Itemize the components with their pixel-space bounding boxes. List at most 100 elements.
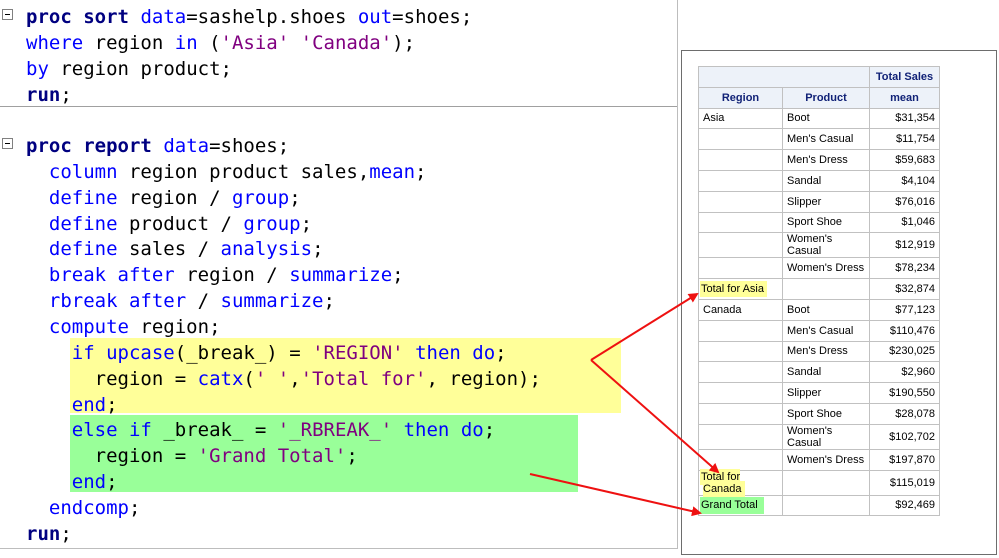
region-cell: Grand Total	[698, 494, 783, 517]
header-region: Region	[698, 86, 783, 109]
code-token: data	[140, 6, 187, 28]
code-token: ' '	[254, 368, 290, 390]
code-line: by region product;	[26, 56, 232, 82]
code-line: region = catx(' ','Total for', region);	[26, 366, 541, 392]
region-cell	[698, 319, 783, 342]
product-cell: Men's Dress	[782, 149, 870, 171]
code-token: do	[472, 342, 496, 364]
code-token: region	[94, 368, 164, 390]
product-cell: Women's Dress	[782, 257, 870, 280]
code-token: report	[83, 135, 152, 157]
code-token: ;	[346, 445, 358, 467]
report-table: Total Sales Region Product mean Asia Boot…	[698, 66, 940, 517]
fold-collapse-icon[interactable]	[2, 138, 13, 149]
header-mean: mean	[869, 86, 940, 109]
product-cell: Women's Casual	[782, 423, 870, 450]
mean-sales-cell: $190,550	[869, 382, 940, 404]
code-token: ;	[483, 419, 496, 441]
product-cell: Men's Dress	[782, 340, 870, 363]
code-token: product	[128, 213, 210, 235]
region-cell	[698, 190, 783, 213]
region-cell	[698, 448, 783, 471]
code-token: then	[415, 342, 461, 364]
table-row: Women's Casual $102,702	[698, 423, 940, 450]
code-token: data	[163, 135, 210, 157]
fold-collapse-icon[interactable]	[2, 9, 13, 20]
product-cell: Boot	[782, 298, 870, 321]
code-token: _break_	[163, 419, 244, 441]
code-line: compute region;	[26, 314, 221, 340]
code-token: ;	[460, 6, 473, 28]
product-cell: Sandal	[782, 169, 870, 192]
code-token: run	[26, 523, 61, 545]
mean-sales-cell: $4,104	[869, 169, 940, 192]
code-token: group	[243, 213, 301, 235]
table-row: Men's Casual $110,476	[698, 319, 940, 342]
region-cell: Canada	[698, 298, 783, 321]
code-token: compute	[48, 316, 129, 338]
code-token: _break_	[186, 342, 267, 364]
table-row: Total for Canada $115,019	[698, 468, 940, 497]
code-token: ;	[495, 342, 507, 364]
code-token: ;	[209, 316, 221, 338]
table-row: Canada Boot $77,123	[698, 298, 940, 321]
code-line: end;	[26, 392, 118, 418]
code-token: /	[220, 213, 232, 235]
code-token: shoes	[403, 6, 461, 28]
table-row: Women's Dress $78,234	[698, 257, 940, 280]
product-cell: Sport Shoe	[782, 402, 870, 425]
region-cell: Asia	[698, 107, 783, 130]
code-line: end;	[26, 469, 118, 495]
code-token: after	[117, 264, 175, 286]
code-line: break after region / summarize;	[26, 262, 404, 288]
mean-sales-cell: $31,354	[869, 107, 940, 130]
product-cell: Men's Casual	[782, 319, 870, 342]
code-token: 'Asia'	[220, 32, 290, 54]
product-cell: Women's Dress	[782, 448, 870, 471]
code-token: endcomp	[48, 497, 129, 519]
code-token: ,	[426, 368, 438, 390]
code-token: else	[71, 419, 118, 441]
code-token: ;	[277, 135, 290, 157]
code-token: =	[392, 6, 404, 28]
code-line: run;	[26, 521, 72, 547]
code-token: sales	[300, 161, 358, 183]
mean-sales-cell: $76,016	[869, 190, 940, 213]
mean-sales-cell: $59,683	[869, 149, 940, 171]
header-product: Product	[782, 86, 870, 109]
code-token: after	[128, 290, 187, 312]
mean-sales-cell: $32,874	[869, 278, 940, 300]
code-token: product	[209, 161, 290, 183]
region-cell	[698, 423, 783, 450]
code-line: endcomp;	[26, 495, 141, 521]
code-token: end	[71, 394, 107, 416]
code-token: )	[266, 342, 278, 364]
code-token: define	[48, 238, 118, 260]
code-line: define sales / analysis;	[26, 236, 324, 262]
code-token: in	[174, 32, 198, 54]
code-line: proc sort data=sashelp.shoes out=shoes;	[26, 4, 472, 30]
product-cell: Women's Casual	[782, 232, 870, 259]
code-token: region	[94, 32, 164, 54]
header-empty-cell	[698, 66, 870, 88]
